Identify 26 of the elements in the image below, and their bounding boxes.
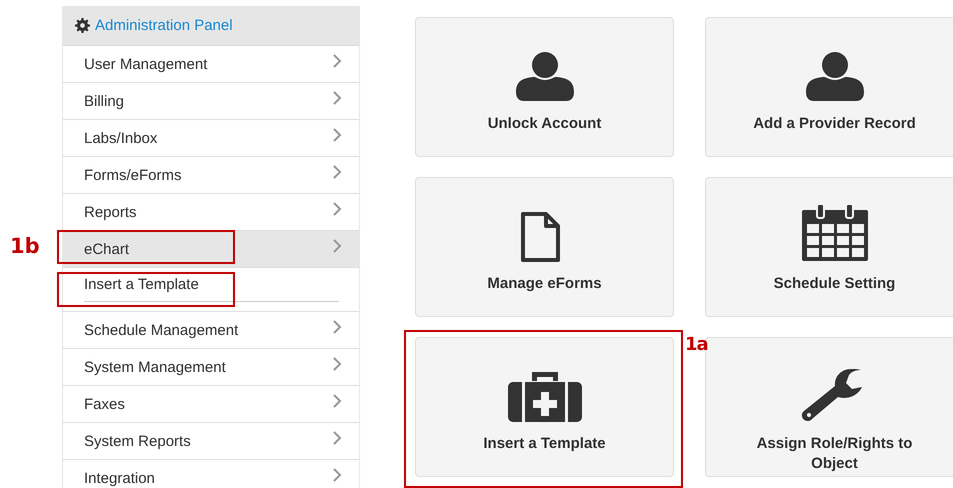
chevron-icon [333,357,342,371]
chevron-icon [333,165,342,179]
action-tile[interactable]: Add a Provider Record [705,17,953,157]
action-tile[interactable]: Manage eForms [415,177,674,317]
settings-icon [75,18,90,33]
calendar-icon [800,204,868,262]
chevron-icon [333,320,342,334]
chevron-icon [333,239,342,253]
chevron-icon [333,91,342,105]
chevron-icon [333,394,342,408]
user-icon [806,52,864,102]
callout-label: 1a [685,334,708,355]
sidebar-item[interactable]: eChart [63,231,359,268]
callout-label: 1b [10,234,40,258]
chevron-icon [333,54,342,68]
first-aid-kit-icon [508,372,582,422]
action-tile[interactable]: Schedule Setting [705,177,953,317]
submenu-item[interactable]: Insert a Template [84,276,339,302]
chevron-icon [333,468,342,482]
action-tile[interactable]: Insert a Template [415,337,674,477]
chevron-icon [333,128,342,142]
chevron-icon [333,431,342,445]
panel-title: Administration Panel [95,17,233,34]
chevron-icon [333,202,342,216]
action-tile[interactable]: Unlock Account [415,17,674,157]
user-icon [516,52,574,102]
